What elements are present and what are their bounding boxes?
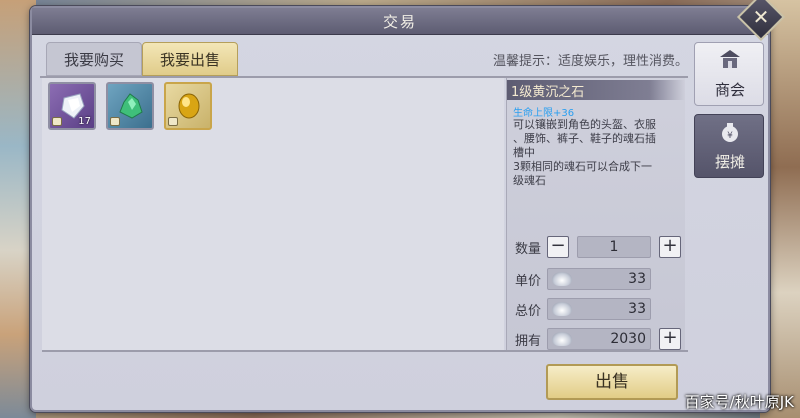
item-description: 可以镶嵌到角色的头盔、衣服 、腰饰、裤子、鞋子的魂石插 槽中 3颗相同的魂石可以… xyxy=(513,118,656,187)
inventory-slot[interactable]: 17 xyxy=(48,82,96,130)
unit-price-label: 单价 xyxy=(515,274,542,289)
sell-button[interactable]: 出售 xyxy=(546,364,678,400)
trade-window: 交易 ✕ 我要购买 我要出售 温馨提示：适度娱乐，理性消费。 17 1级黄沉之石… xyxy=(30,0,786,412)
title-bar: 交易 xyxy=(32,8,768,35)
side-tab-label: 商会 xyxy=(714,81,745,99)
lock-icon xyxy=(110,117,120,126)
total-price-field: 33 xyxy=(547,298,651,320)
side-tabs: 商会 ¥ 摆摊 xyxy=(694,42,764,202)
quantity-minus-button[interactable]: − xyxy=(547,236,569,258)
window-title: 交易 xyxy=(382,13,417,31)
stall-bag-icon: ¥ xyxy=(722,123,738,142)
unit-price-value: 33 xyxy=(628,271,646,287)
side-tab-label: 摆摊 xyxy=(714,153,745,171)
tab-buy[interactable]: 我要购买 xyxy=(46,42,142,76)
total-price-label: 总价 xyxy=(515,304,542,319)
lock-icon xyxy=(168,117,178,126)
quantity-field[interactable]: 1 xyxy=(577,236,651,258)
yellow-soulstone-icon xyxy=(178,93,200,119)
tab-sell[interactable]: 我要出售 xyxy=(142,42,238,76)
owned-label: 拥有 xyxy=(515,334,542,349)
owned-field: 2030 xyxy=(547,328,651,350)
tip-text: 温馨提示：适度娱乐，理性消费。 xyxy=(492,54,688,69)
lock-icon xyxy=(52,117,62,126)
add-currency-button[interactable]: + xyxy=(659,328,681,350)
silver-ingot-icon xyxy=(552,302,572,316)
silver-ingot-icon xyxy=(552,272,572,286)
owned-value: 2030 xyxy=(610,331,646,347)
inventory-grid: 17 xyxy=(42,78,504,350)
quantity-label: 数量 xyxy=(515,242,542,257)
item-count: 17 xyxy=(78,116,91,127)
total-price-value: 33 xyxy=(628,301,646,317)
silver-ingot-icon xyxy=(552,332,572,346)
divider xyxy=(42,350,688,352)
item-stat: 生命上限+36 xyxy=(513,108,575,119)
side-tab-stall[interactable]: ¥ 摆摊 xyxy=(694,114,764,178)
merchant-guild-icon xyxy=(720,50,740,68)
close-icon[interactable]: ✕ xyxy=(746,2,776,32)
item-title-bar: 1级黄沉之石 xyxy=(507,80,685,100)
unit-price-field[interactable]: 33 xyxy=(547,268,651,290)
inventory-slot[interactable] xyxy=(106,82,154,130)
watermark: 百家号/秋叶原JK xyxy=(684,393,794,411)
item-detail-panel: 1级黄沉之石 生命上限+36 可以镶嵌到角色的头盔、衣服 、腰饰、裤子、鞋子的魂… xyxy=(506,78,685,350)
inventory-slot-selected[interactable] xyxy=(164,82,212,130)
side-tab-merchant-guild[interactable]: 商会 xyxy=(694,42,764,106)
quantity-plus-button[interactable]: + xyxy=(659,236,681,258)
item-name: 1级黄沉之石 xyxy=(511,85,585,100)
svg-text:¥: ¥ xyxy=(727,131,733,141)
green-crystal-icon xyxy=(119,93,143,119)
